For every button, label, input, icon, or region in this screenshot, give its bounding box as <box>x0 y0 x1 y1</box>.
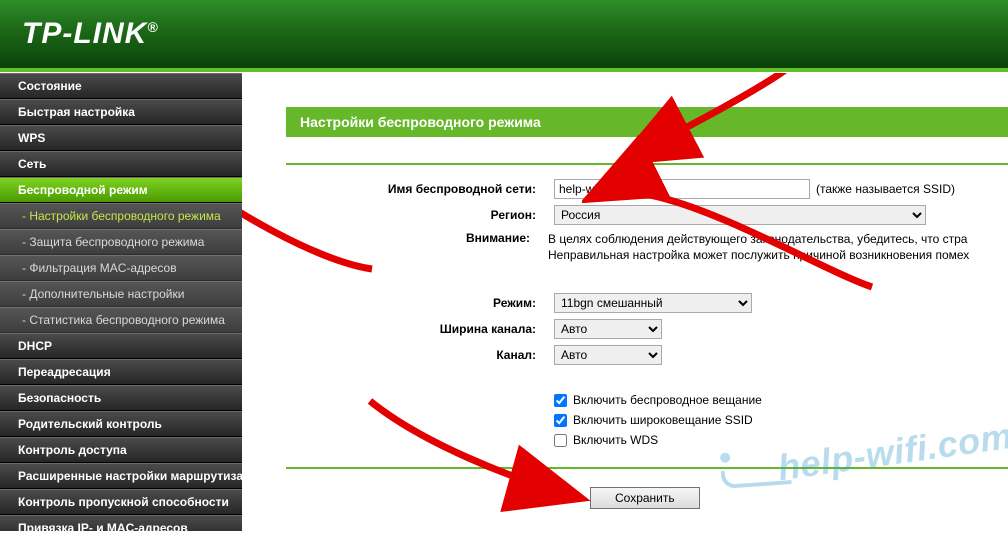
annotation-arrow-icon <box>362 393 592 513</box>
sidebar-item-bandwidth[interactable]: Контроль пропускной способности <box>0 489 242 515</box>
enable-wds-label: Включить WDS <box>573 433 658 447</box>
sidebar-item-quick-setup[interactable]: Быстрая настройка <box>0 99 242 125</box>
label-mode: Режим: <box>286 296 554 310</box>
label-warning: Внимание: <box>286 231 548 245</box>
label-region: Регион: <box>286 208 554 222</box>
sidebar-item-network[interactable]: Сеть <box>0 151 242 177</box>
enable-wireless-checkbox[interactable] <box>554 394 567 407</box>
ssid-hint: (также называется SSID) <box>816 182 955 196</box>
mode-select[interactable]: 11bgn смешанный <box>554 293 752 313</box>
sidebar-item-dhcp[interactable]: DHCP <box>0 333 242 359</box>
label-channel-width: Ширина канала: <box>286 322 554 336</box>
save-button[interactable]: Сохранить <box>590 487 700 509</box>
sidebar-item-parental[interactable]: Родительский контроль <box>0 411 242 437</box>
sidebar-sub-advanced[interactable]: - Дополнительные настройки <box>0 281 242 307</box>
label-channel: Канал: <box>286 348 554 362</box>
sidebar-item-routing[interactable]: Расширенные настройки маршрутиза <box>0 463 242 489</box>
sidebar-item-wireless[interactable]: Беспроводной режим <box>0 177 242 203</box>
main-content: Настройки беспроводного режима Имя беспр… <box>242 73 1008 531</box>
separator <box>286 163 1008 165</box>
registered-icon: ® <box>147 19 158 35</box>
sidebar-nav: Состояние Быстрая настройка WPS Сеть Бес… <box>0 73 242 531</box>
sidebar-item-access-control[interactable]: Контроль доступа <box>0 437 242 463</box>
sidebar-item-status[interactable]: Состояние <box>0 73 242 99</box>
sidebar-item-wps[interactable]: WPS <box>0 125 242 151</box>
brand-logo: TP-LINK® <box>22 17 159 51</box>
region-select[interactable]: Россия <box>554 205 926 225</box>
warning-text: В целях соблюдения действующего законода… <box>548 231 1008 263</box>
label-ssid: Имя беспроводной сети: <box>286 182 554 196</box>
channel-select[interactable]: Авто <box>554 345 662 365</box>
app-header: TP-LINK® <box>0 0 1008 72</box>
sidebar-sub-wireless-security[interactable]: - Защита беспроводного режима <box>0 229 242 255</box>
ssid-input[interactable] <box>554 179 810 199</box>
enable-wireless-label: Включить беспроводное вещание <box>573 393 762 407</box>
separator <box>286 467 1008 469</box>
sidebar-item-forwarding[interactable]: Переадресация <box>0 359 242 385</box>
channel-width-select[interactable]: Авто <box>554 319 662 339</box>
enable-wds-checkbox[interactable] <box>554 434 567 447</box>
sidebar-sub-mac-filter[interactable]: - Фильтрация MAC-адресов <box>0 255 242 281</box>
sidebar-item-security[interactable]: Безопасность <box>0 385 242 411</box>
panel-title: Настройки беспроводного режима <box>286 107 1008 137</box>
enable-ssid-broadcast-checkbox[interactable] <box>554 414 567 427</box>
brand-text: TP-LINK <box>22 17 147 50</box>
sidebar-item-ip-mac-bind[interactable]: Привязка IP- и MAC-адресов <box>0 515 242 531</box>
sidebar-sub-statistics[interactable]: - Статистика беспроводного режима <box>0 307 242 333</box>
sidebar-sub-wireless-settings[interactable]: - Настройки беспроводного режима <box>0 203 242 229</box>
enable-ssid-broadcast-label: Включить широковещание SSID <box>573 413 753 427</box>
